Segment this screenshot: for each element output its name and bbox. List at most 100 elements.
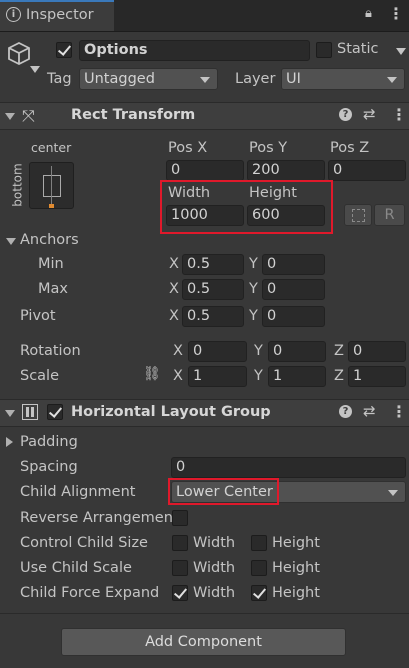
size-highlight [160, 180, 333, 234]
constrain-proportions-icon[interactable]: ⛓︎ [143, 366, 161, 382]
anchor-preset-vline [51, 166, 52, 206]
force-expand-label: Child Force Expand [20, 585, 160, 601]
pivot-y-field[interactable]: 0 [262, 306, 325, 327]
scale-height-checkbox[interactable] [251, 560, 267, 576]
info-icon: i [6, 7, 21, 22]
pivot-label: Pivot [20, 308, 56, 324]
scale-x-field[interactable]: 1 [188, 366, 247, 387]
help-icon[interactable]: ? [339, 108, 352, 121]
rotation-label: Rotation [20, 343, 81, 359]
padding-label[interactable]: Padding [20, 434, 78, 450]
expand-width-checkbox[interactable] [172, 585, 188, 601]
reverse-checkbox[interactable] [172, 510, 188, 526]
icon-dropdown-icon[interactable] [30, 66, 40, 73]
inspector-tab[interactable]: i Inspector [0, 0, 114, 31]
collapse-icon[interactable] [5, 410, 15, 417]
control-height-checkbox[interactable] [251, 535, 267, 551]
layer-label: Layer [235, 71, 276, 87]
tag-value: Untagged [84, 71, 155, 87]
use-scale-label: Use Child Scale [20, 560, 132, 576]
chevron-down-icon [387, 77, 397, 83]
layout-group-title: Horizontal Layout Group [71, 404, 271, 420]
tag-dropdown[interactable]: Untagged [79, 68, 218, 90]
alignment-highlight [168, 478, 279, 505]
more-menu-icon[interactable]: ⋮ [388, 4, 404, 23]
scale-z-letter: Z [334, 368, 344, 384]
pos-z-label: Pos Z [330, 140, 370, 156]
preset-icon[interactable]: ⇄ [363, 402, 376, 420]
add-component-button[interactable]: Add Component [61, 628, 346, 656]
pos-y-field[interactable]: 200 [247, 160, 325, 181]
control-height-label: Height [272, 535, 320, 551]
layer-dropdown[interactable]: UI [281, 68, 405, 90]
min-x-letter: X [169, 256, 179, 272]
static-dropdown-icon[interactable] [396, 48, 406, 55]
enabled-checkbox[interactable] [47, 404, 63, 420]
anchor-preset-frame [43, 175, 61, 197]
max-x-field[interactable]: 0.5 [182, 279, 244, 300]
rect-transform-header[interactable]: ⤧ Rect Transform ? ⇄ ⋮ [0, 102, 409, 130]
rect-transform-title: Rect Transform [71, 107, 196, 123]
preset-icon[interactable]: ⇄ [363, 105, 376, 123]
anchor-preset-marker [49, 204, 54, 208]
expand-height-label: Height [272, 585, 320, 601]
anchor-preset-button[interactable] [29, 162, 74, 209]
layer-value: UI [286, 71, 301, 87]
blueprint-mode-button[interactable] [344, 204, 372, 226]
max-y-field[interactable]: 0 [262, 279, 325, 300]
rect-transform-icon: ⤧ [22, 106, 35, 125]
gameobject-icon[interactable] [5, 40, 33, 68]
min-y-letter: Y [249, 256, 258, 272]
scale-label: Scale [20, 368, 60, 384]
pivot-x-letter: X [169, 308, 179, 324]
pos-z-field[interactable]: 0 [328, 160, 406, 181]
padding-foldout-icon[interactable] [6, 437, 13, 447]
max-y-letter: Y [249, 281, 258, 297]
min-y-field[interactable]: 0 [262, 254, 325, 275]
rot-y-field[interactable]: 0 [268, 341, 326, 362]
rot-y-letter: Y [254, 343, 263, 359]
pivot-x-field[interactable]: 0.5 [182, 306, 244, 327]
tab-title: Inspector [26, 7, 94, 23]
object-name-field[interactable]: Options [79, 40, 310, 61]
layout-group-icon [22, 404, 38, 420]
rot-z-letter: Z [334, 343, 344, 359]
help-icon[interactable]: ? [339, 405, 352, 418]
scale-y-field[interactable]: 1 [268, 366, 326, 387]
scale-z-field[interactable]: 1 [348, 366, 406, 387]
layout-group-header[interactable]: Horizontal Layout Group ? ⇄ ⋮ [0, 399, 409, 427]
max-label: Max [38, 281, 68, 297]
scale-height-label: Height [272, 560, 320, 576]
rot-x-field[interactable]: 0 [188, 341, 247, 362]
max-x-letter: X [169, 281, 179, 297]
min-label: Min [38, 256, 64, 272]
rot-z-field[interactable]: 0 [348, 341, 406, 362]
chevron-down-icon [388, 490, 398, 496]
raw-edit-button[interactable]: R [374, 204, 405, 226]
rot-x-letter: X [173, 343, 183, 359]
anchor-preset-h-label: center [31, 140, 72, 155]
anchors-foldout-icon[interactable] [6, 238, 16, 245]
lock-icon[interactable]: 🔒︎ [365, 6, 372, 21]
expand-height-checkbox[interactable] [251, 585, 267, 601]
scale-width-checkbox[interactable] [172, 560, 188, 576]
scale-width-label: Width [193, 560, 236, 576]
scale-y-letter: Y [254, 368, 263, 384]
collapse-icon[interactable] [5, 113, 15, 120]
control-width-checkbox[interactable] [172, 535, 188, 551]
static-label: Static [337, 41, 379, 57]
more-icon[interactable]: ⋮ [391, 402, 407, 421]
blueprint-icon [352, 209, 365, 222]
pos-x-label: Pos X [168, 140, 208, 156]
anchors-label[interactable]: Anchors [20, 232, 79, 248]
min-x-field[interactable]: 0.5 [182, 254, 244, 275]
pos-x-field[interactable]: 0 [166, 160, 244, 181]
spacing-label: Spacing [20, 459, 78, 475]
reverse-label: Reverse Arrangemen [20, 510, 173, 526]
expand-width-label: Width [193, 585, 236, 601]
more-icon[interactable]: ⋮ [391, 105, 407, 124]
spacing-field[interactable]: 0 [171, 457, 406, 478]
section-divider [0, 613, 409, 614]
active-checkbox[interactable] [56, 42, 72, 58]
static-checkbox[interactable] [316, 42, 332, 58]
